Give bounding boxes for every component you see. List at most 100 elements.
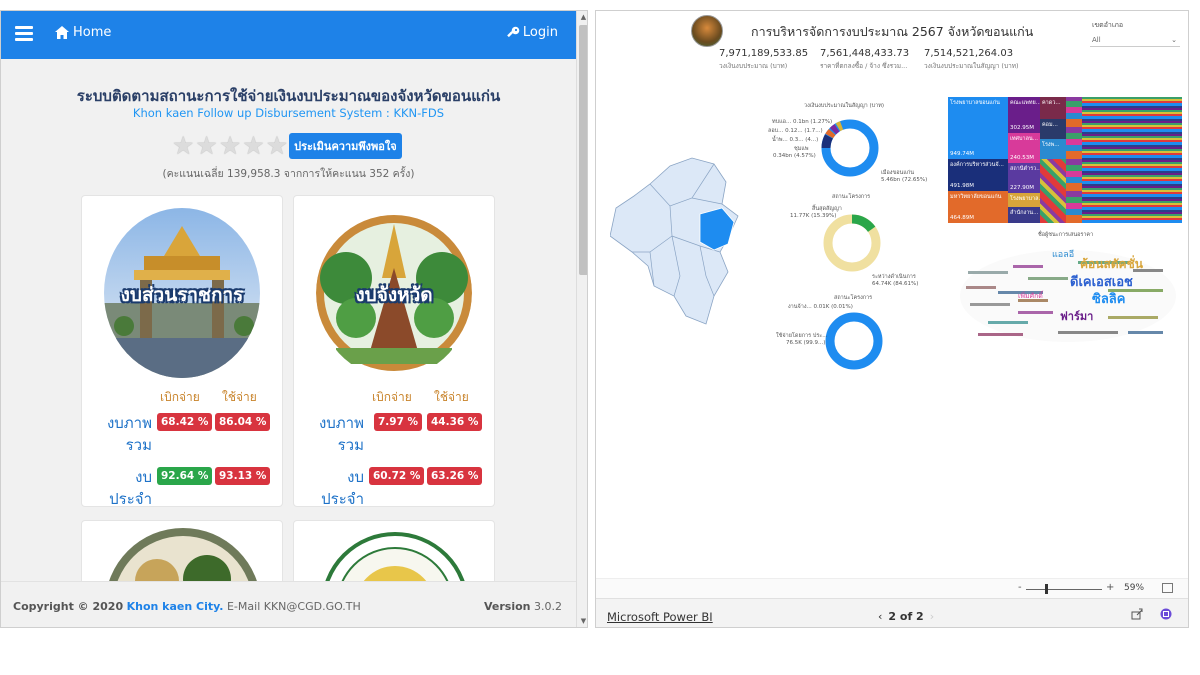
district-slicer[interactable]: All ⌄	[1090, 33, 1180, 47]
scroll-thumb[interactable]	[579, 25, 587, 275]
withdraw-header: เบิกจ่าย	[160, 390, 200, 404]
spend-badge: 86.04 %	[215, 413, 271, 431]
treemap-label: เทศบาลน...	[1010, 136, 1038, 142]
star-icon[interactable]: ★	[266, 133, 288, 159]
spend-badge: 63.26 %	[427, 467, 483, 485]
treemap-value: 240.53M	[1010, 155, 1034, 161]
version-label: Version	[483, 600, 531, 613]
rating-bar: ★ ★ ★ ★ ★ ประเมินความพึงพอใจ	[172, 133, 402, 159]
kpi-card[interactable]: 7,514,521,264.03 วงเงินงบประมาณในสัญญา (…	[924, 48, 1019, 71]
treemap-label: มหาวิทยาลัยขอนแก่น	[950, 194, 1002, 200]
fit-to-page-icon[interactable]	[1162, 583, 1173, 593]
contact-email: E-Mail KKN@CGD.GO.TH	[226, 600, 361, 613]
donut3-label: ใช้จ่ายโดยการ ประ...	[776, 333, 828, 339]
district-slicer-value: All	[1092, 36, 1101, 44]
donut1-label: เมืองขอนแก่น	[881, 170, 914, 176]
treemap-value: 491.98M	[950, 183, 974, 189]
fullscreen-icon[interactable]	[1160, 608, 1172, 620]
wordcloud-winners[interactable]: ชื่อผู้ชนะการเสนอราคา ค้อนสตัคชั่น ดีเคเ…	[958, 231, 1178, 351]
spend-header: ใช้จ่าย	[434, 390, 469, 404]
rate-satisfaction-button[interactable]: ประเมินความพึงพอใจ	[289, 133, 402, 159]
city-link[interactable]: Khon kaen City.	[127, 600, 224, 613]
treemap-label: สถานีตำรว...	[1010, 166, 1042, 172]
donut1-label: ชุมแพ	[794, 146, 809, 152]
budget-card-agency[interactable]: งบส่วนราชการ เบิกจ่าย ใช้จ่าย งบภาพ รวม …	[81, 195, 283, 507]
prev-page-icon[interactable]: ‹	[878, 610, 882, 623]
version-text: Version 3.0.2	[484, 600, 562, 613]
treemap-value: 949.74M	[950, 151, 974, 157]
scroll-up-icon[interactable]: ▲	[579, 13, 587, 23]
budget-card-partial[interactable]	[293, 520, 495, 581]
agency-budget-emblem[interactable]: งบส่วนราชการ	[104, 208, 260, 378]
withdraw-badge: 60.72 %	[369, 467, 425, 485]
kpi-value: 7,971,189,533.85	[719, 48, 809, 59]
kpi-label: วงเงินงบประมาณในสัญญา (บาท)	[924, 62, 1019, 70]
partial-seal	[325, 532, 465, 581]
kpi-value: 7,561,448,433.73	[820, 48, 910, 59]
donut3-label: 76.5K (99.9...)	[786, 340, 826, 346]
login-label: Login	[522, 25, 558, 40]
page-title: ระบบติดตามสถานะการใช้จ่ายเงินงบประมาณของ…	[76, 87, 501, 105]
row-label-regular: งบ ประจำ	[321, 468, 364, 507]
rating-score: (คะแนนเฉลี่ย 139,958.3 จากการให้คะแนน 35…	[162, 168, 415, 180]
donut3-label: งานจ้าง... 0.01K (0.01%)	[788, 304, 853, 310]
donut-chart-project-status[interactable]	[820, 211, 884, 275]
donut1-label: 5.46bn (72.65%)	[881, 177, 928, 183]
treemap-label: คอม...	[1042, 122, 1058, 128]
spend-badge: 44.36 %	[427, 413, 483, 431]
home-label: Home	[73, 25, 112, 40]
spend-badge: 93.13 %	[215, 467, 271, 485]
treemap-value: 302.95M	[1010, 125, 1034, 131]
wordcloud-word: เพิ่มศักดิ์	[1018, 292, 1043, 300]
donut2-label: ระหว่างดำเนินการ	[872, 274, 916, 280]
kpi-card[interactable]: 7,971,189,533.85 วงเงินงบประมาณ (บาท)	[719, 48, 808, 71]
donut3-title: สถานะโครงการ	[834, 295, 873, 301]
zoom-level: 59%	[1124, 583, 1145, 593]
treemap-label: โรงพยาบาล...	[1010, 196, 1044, 202]
wordcloud-word: ซิลลิค	[1092, 292, 1126, 307]
star-icon[interactable]: ★	[242, 133, 264, 159]
zoom-out-button[interactable]: -	[1018, 582, 1022, 593]
donut-chart-procurement-method[interactable]	[822, 309, 886, 373]
province-budget-emblem[interactable]: งบจังหวัด	[316, 208, 472, 378]
home-icon	[55, 26, 69, 39]
scroll-down-icon[interactable]: ▼	[579, 617, 587, 627]
zoom-in-button[interactable]: +	[1106, 582, 1114, 593]
menu-icon[interactable]	[15, 23, 33, 43]
wordcloud-word: แอลอี	[1052, 250, 1075, 260]
kpi-card[interactable]: 7,561,448,433.73 ราคาที่ตกลงซื้อ / จ้าง …	[820, 48, 909, 71]
star-icon[interactable]: ★	[195, 133, 217, 159]
budget-card-province[interactable]: งบจังหวัด เบิกจ่าย ใช้จ่าย งบภาพ รวม 7.9…	[293, 195, 495, 507]
budget-card-partial[interactable]	[81, 520, 283, 581]
powerbi-brand-link[interactable]: Microsoft Power BI	[607, 610, 713, 624]
home-link[interactable]: Home	[55, 25, 111, 40]
login-link[interactable]: Login	[506, 25, 558, 40]
donut2-title: สถานะโครงการ	[832, 194, 871, 200]
donut1-label: ลอบ... 0.12... (1.7...)	[768, 128, 823, 134]
star-icon[interactable]: ★	[172, 133, 194, 159]
kpi-label: ราคาที่ตกลงซื้อ / จ้าง ซึ่งรวม...	[820, 62, 908, 70]
share-icon[interactable]	[1131, 608, 1143, 620]
report-title: การบริหารจัดการงบประมาณ 2567 จังหวัดขอนแ…	[751, 24, 1034, 39]
donut2-label: สิ้นสุดสัญญา	[812, 206, 842, 212]
powerbi-bottom-bar: Microsoft Power BI ‹ 2 of 2 ›	[596, 598, 1188, 627]
withdraw-badge: 68.42 %	[157, 413, 213, 431]
vertical-scrollbar[interactable]: ▲ ▼	[576, 11, 587, 627]
column-headers: เบิกจ่าย ใช้จ่าย	[372, 388, 494, 407]
province-logo	[691, 15, 723, 47]
star-icon[interactable]: ★	[219, 133, 241, 159]
next-page-icon[interactable]: ›	[930, 610, 934, 623]
treemap-agency[interactable]: โรงพยาบาลขอนแก่น 949.74M องค์การบริหารส่…	[948, 97, 1182, 223]
district-map[interactable]	[610, 156, 755, 328]
zoom-slider-thumb[interactable]	[1045, 584, 1048, 594]
donut1-label: ทบแอ... 0.1bn (1.27%)	[772, 119, 833, 125]
partial-emblem	[109, 528, 257, 581]
treemap-label: องค์การบริหารส่วนจั...	[950, 162, 1004, 168]
zoom-slider[interactable]	[1026, 589, 1102, 590]
withdraw-header: เบิกจ่าย	[372, 390, 412, 404]
version-number: 3.0.2	[534, 600, 562, 613]
kpi-value: 7,514,521,264.03	[924, 48, 1014, 59]
withdraw-badge: 7.97 %	[374, 413, 423, 431]
province-budget-label: งบจังหวัด	[355, 284, 433, 306]
row-label-overall: งบภาพ รวม	[318, 414, 364, 454]
